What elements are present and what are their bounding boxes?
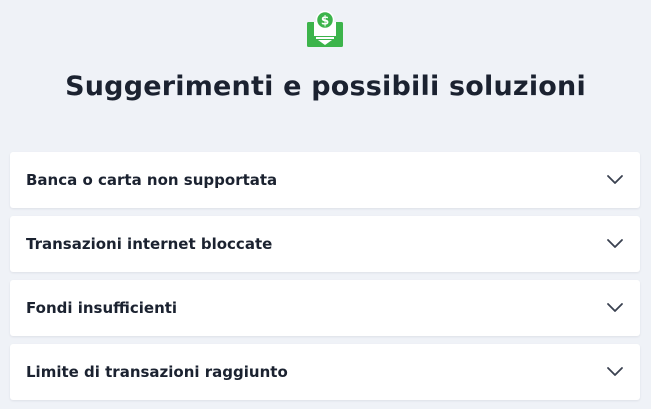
page-title: Suggerimenti e possibili soluzioni xyxy=(65,71,586,102)
faq-item-label: Transazioni internet bloccate xyxy=(26,235,273,253)
chevron-down-icon[interactable] xyxy=(606,300,624,314)
chevron-down-icon[interactable] xyxy=(606,236,624,250)
chevron-down-icon[interactable] xyxy=(606,364,624,378)
faq-item-label: Banca o carta non supportata xyxy=(26,171,278,189)
faq-item-transaction-limit[interactable]: Limite di transazioni raggiunto xyxy=(10,344,640,400)
faq-item-label: Limite di transazioni raggiunto xyxy=(26,363,288,381)
faq-item-internet-blocked[interactable]: Transazioni internet bloccate xyxy=(10,216,640,272)
faq-list: Banca o carta non supportata Transazioni… xyxy=(10,152,640,408)
money-download-icon: $ xyxy=(307,10,343,47)
faq-item-unsupported-bank[interactable]: Banca o carta non supportata xyxy=(10,152,640,208)
page: $ Suggerimenti e possibili soluzioni Ban… xyxy=(0,0,651,409)
chevron-down-icon[interactable] xyxy=(606,172,624,186)
faq-item-label: Fondi insufficienti xyxy=(26,299,178,317)
faq-item-insufficient-funds[interactable]: Fondi insufficienti xyxy=(10,280,640,336)
svg-text:$: $ xyxy=(321,14,329,28)
